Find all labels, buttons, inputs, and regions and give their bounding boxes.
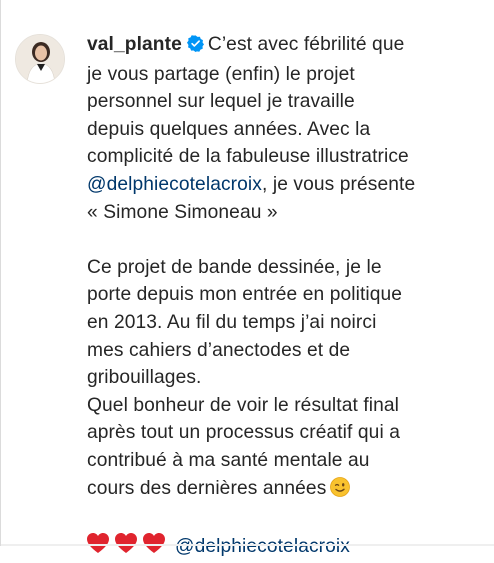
caption-line: je vous partage (enfin) le projet xyxy=(87,63,355,85)
caption-line: mes cahiers d’anectodes et de xyxy=(87,339,351,361)
caption-line: complicité de la fabuleuse illustratrice xyxy=(87,146,409,168)
caption-line: après tout un processus créatif qui a xyxy=(87,422,401,444)
caption-line: , je vous présente xyxy=(261,173,416,195)
verified-badge-icon xyxy=(186,33,204,61)
red-heart-emoji xyxy=(87,532,171,563)
caption-line: porte depuis mon entrée en politique xyxy=(87,284,403,306)
caption-line: C’est avec fébrilité que xyxy=(207,34,405,55)
username-link[interactable]: val_plante xyxy=(87,34,182,55)
caption-line: Quel bonheur de voir le résultat final xyxy=(87,394,400,416)
caption-line: cours des dernières années xyxy=(87,477,327,499)
caption-line: contribué à ma santé mentale au xyxy=(87,449,370,471)
mention-link[interactable]: @delphiecotelacroix xyxy=(175,536,350,557)
post-caption: val_plante C’est avec fébrilité que je vo… xyxy=(87,31,487,563)
avatar[interactable] xyxy=(15,34,65,84)
caption-line: « Simone Simoneau » xyxy=(87,201,278,223)
post-caption-panel: val_plante C’est avec fébrilité que je vo… xyxy=(0,0,494,557)
mention-link[interactable]: @delphiecotelacroix xyxy=(87,174,262,195)
caption-line: depuis quelques années. Avec la xyxy=(87,118,371,140)
caption-line: en 2013. Au fil du temps j’ai noirci xyxy=(87,311,377,333)
caption-line: gribouillages. xyxy=(87,367,202,389)
caption-line: Ce projet de bande dessinée, je le xyxy=(87,256,382,278)
winking-face-emoji xyxy=(330,476,351,506)
avatar-photo xyxy=(16,35,64,83)
caption-line: personnel sur lequel je travaille xyxy=(87,91,355,113)
